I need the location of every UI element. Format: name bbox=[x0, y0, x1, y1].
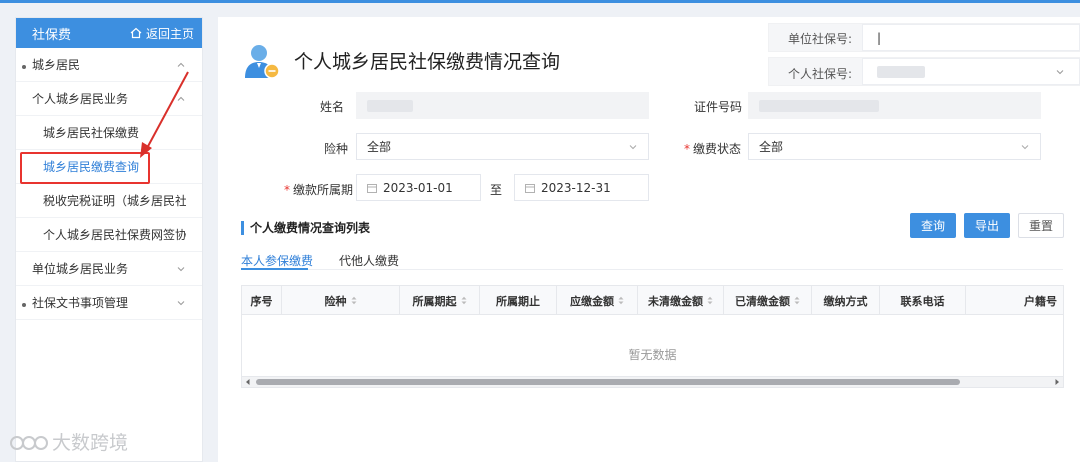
export-button[interactable]: 导出 bbox=[964, 213, 1010, 238]
bullet-icon bbox=[22, 65, 26, 69]
period-end-date-input[interactable]: 2023-12-31 bbox=[514, 174, 649, 201]
column-header-household-number: 户籍号 bbox=[1024, 294, 1057, 308]
sidebar-item-label: 社保文书事项管理 bbox=[32, 296, 129, 310]
insurance-type-label: 险种 bbox=[324, 142, 349, 156]
sidebar-item-online-agreement[interactable]: 个人城乡居民社保费网签协议 bbox=[16, 218, 202, 252]
masked-value bbox=[759, 99, 879, 112]
query-button[interactable]: 查询 bbox=[910, 213, 956, 238]
required-mark: * bbox=[284, 183, 290, 197]
calendar-icon bbox=[525, 183, 535, 193]
sidebar-title: 社保费 bbox=[32, 27, 72, 43]
scrollbar-thumb[interactable] bbox=[256, 379, 960, 385]
sort-icon bbox=[461, 296, 466, 305]
home-label: 返回主页 bbox=[145, 26, 194, 41]
chevron-down-icon bbox=[1021, 144, 1029, 149]
sidebar-item-label: 税收完税证明（城乡居民社保文书） bbox=[43, 194, 186, 208]
sidebar-header: 社保费 返回主页 bbox=[16, 18, 202, 48]
chevron-down-icon bbox=[177, 300, 185, 305]
watermark-logo-icon bbox=[10, 435, 48, 450]
id-number-field[interactable] bbox=[748, 92, 1041, 119]
unit-ss-input[interactable]: | bbox=[862, 24, 1080, 51]
id-number-label: 证件号码 bbox=[694, 100, 743, 114]
payment-period-label: * 缴款所属期 bbox=[284, 181, 353, 198]
column-header-period-start[interactable]: 所属期起 bbox=[400, 286, 480, 315]
annotation-arrow-icon bbox=[140, 71, 189, 158]
personal-ss-label: 个人社保号: bbox=[788, 65, 853, 82]
calendar-icon bbox=[367, 183, 377, 193]
scroll-right-icon[interactable] bbox=[1053, 378, 1061, 386]
reset-button[interactable]: 重置 bbox=[1018, 213, 1064, 238]
sort-icon bbox=[707, 296, 713, 305]
table-header: 序号 险种 所属期起 所属期止 应缴金额 未清缴金额 已清缴金额 缴纳方式 联系… bbox=[242, 286, 1063, 315]
sidebar-item-label: 个人城乡居民社保费网签协议 bbox=[43, 228, 186, 242]
insurance-type-select[interactable]: 全部 bbox=[356, 133, 649, 160]
column-header-period-end: 所属期止 bbox=[480, 286, 557, 315]
column-header-amount-due[interactable]: 应缴金额 bbox=[557, 286, 638, 315]
sidebar-item-label: 单位城乡居民业务 bbox=[32, 262, 129, 276]
payment-status-select[interactable]: 全部 bbox=[748, 133, 1041, 160]
empty-state-text: 暂无数据 bbox=[628, 348, 677, 362]
watermark: 大数跨境 bbox=[8, 428, 128, 455]
column-header-insurance[interactable]: 险种 bbox=[282, 286, 400, 315]
name-field[interactable] bbox=[356, 92, 649, 119]
unit-ss-label: 单位社保号: bbox=[788, 30, 853, 47]
masked-value bbox=[367, 99, 413, 112]
scroll-left-icon[interactable] bbox=[244, 378, 252, 386]
column-header-unpaid-amount[interactable]: 未清缴金额 bbox=[638, 286, 724, 315]
period-end-value: 2023-12-31 bbox=[541, 180, 611, 195]
payment-period-label-text: 缴款所属期 bbox=[293, 183, 354, 197]
sidebar-item-tax-certificate[interactable]: 税收完税证明（城乡居民社保文书） bbox=[16, 184, 202, 218]
page-title: 个人城乡居民社保缴费情况查询 bbox=[294, 51, 561, 73]
column-header-index: 序号 bbox=[242, 286, 282, 315]
payment-status-label: * 缴费状态 bbox=[684, 140, 741, 157]
masked-value bbox=[877, 65, 925, 78]
payment-status-label-text: 缴费状态 bbox=[693, 142, 742, 156]
required-mark: * bbox=[684, 142, 690, 156]
column-header-payment-method: 缴纳方式 bbox=[812, 286, 880, 315]
period-start-value: 2023-01-01 bbox=[383, 180, 453, 195]
horizontal-scrollbar[interactable] bbox=[242, 376, 1063, 387]
top-accent-line bbox=[0, 0, 1080, 3]
column-header-paid-amount[interactable]: 已清缴金额 bbox=[724, 286, 812, 315]
tabs-divider bbox=[241, 269, 1063, 270]
sidebar-item-unit-business[interactable]: 单位城乡居民业务 bbox=[16, 252, 202, 286]
chevron-down-icon bbox=[177, 266, 185, 271]
watermark-text: 大数跨境 bbox=[52, 432, 129, 454]
chevron-down-icon bbox=[629, 144, 637, 149]
sort-icon bbox=[618, 296, 624, 305]
sort-icon bbox=[351, 296, 356, 305]
sidebar-item-label: 城乡居民 bbox=[32, 58, 81, 72]
unit-ss-value: | bbox=[877, 31, 882, 45]
column-header-contact-phone: 联系电话 bbox=[880, 286, 966, 315]
home-link[interactable]: 返回主页 bbox=[130, 25, 194, 42]
period-start-date-input[interactable]: 2023-01-01 bbox=[356, 174, 481, 201]
chevron-down-icon bbox=[1056, 69, 1064, 74]
period-separator: 至 bbox=[490, 183, 503, 197]
tab-pay-for-others[interactable]: 代他人缴费 bbox=[339, 252, 399, 269]
bullet-icon bbox=[22, 303, 26, 307]
payment-table: 序号 险种 所属期起 所属期止 应缴金额 未清缴金额 已清缴金额 缴纳方式 联系… bbox=[241, 285, 1064, 388]
sidebar-item-label: 个人城乡居民业务 bbox=[32, 92, 129, 106]
chevron-up-icon bbox=[177, 62, 185, 67]
sidebar-item-document-management[interactable]: 社保文书事项管理 bbox=[16, 286, 202, 320]
list-section-title: 个人缴费情况查询列表 bbox=[241, 221, 370, 235]
tab-self-insured-payment[interactable]: 本人参保缴费 bbox=[241, 252, 313, 269]
sort-icon bbox=[794, 296, 800, 305]
personal-ss-select[interactable] bbox=[862, 58, 1080, 85]
user-avatar-icon bbox=[245, 45, 280, 79]
home-icon bbox=[130, 27, 142, 39]
name-label: 姓名 bbox=[320, 100, 345, 114]
insurance-type-value: 全部 bbox=[367, 140, 392, 154]
payment-status-value: 全部 bbox=[759, 140, 784, 154]
active-tab-indicator bbox=[241, 268, 308, 270]
